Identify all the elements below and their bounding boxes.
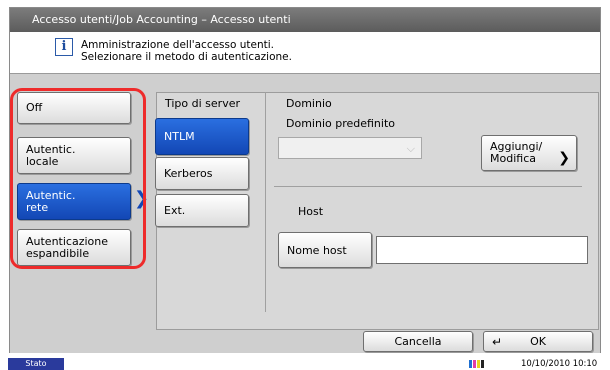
chevron-down-icon: ⌵: [406, 142, 415, 155]
server-ext-label: Ext.: [164, 204, 186, 217]
domain-label: Dominio: [286, 97, 332, 110]
info-message: Amministrazione dell'accesso utenti. Sel…: [81, 39, 292, 63]
server-ext-button[interactable]: Ext.: [155, 194, 249, 227]
toner-black: [481, 360, 484, 368]
host-name-field[interactable]: [376, 236, 588, 264]
highlight-outline: [10, 88, 146, 269]
toner-yellow: [477, 360, 480, 368]
server-kerberos-label: Kerberos: [164, 167, 213, 180]
cancel-button[interactable]: Cancella: [363, 331, 473, 352]
default-domain-dropdown[interactable]: ⌵: [278, 137, 422, 159]
info-line-1: Amministrazione dell'accesso utenti.: [81, 39, 275, 51]
cancel-label: Cancella: [394, 335, 442, 348]
window-title: Accesso utenti/Job Accounting – Accesso …: [10, 8, 600, 32]
host-label: Host: [298, 205, 324, 218]
info-line-2: Selezionare il metodo di autenticazione.: [81, 51, 292, 63]
server-type-label: Tipo di server: [165, 97, 241, 110]
host-name-button[interactable]: Nome host: [278, 232, 372, 268]
server-kerberos-button[interactable]: Kerberos: [155, 157, 249, 190]
enter-icon: ↵: [492, 335, 503, 349]
server-ntlm-label: NTLM: [164, 130, 195, 143]
toner-cyan: [469, 360, 472, 368]
panel-divider: [265, 92, 266, 312]
toner-indicator: [469, 360, 485, 368]
add-modify-label-2: Modifica: [490, 152, 536, 165]
ok-label: OK: [530, 335, 546, 348]
section-divider: [274, 186, 582, 187]
status-bar: [0, 358, 610, 370]
add-modify-button[interactable]: Aggiungi/ Modifica ❯: [481, 135, 577, 171]
datetime: 10/10/2010 10:10: [521, 359, 598, 369]
ok-button[interactable]: ↵ OK: [483, 331, 593, 352]
toner-magenta: [473, 360, 476, 368]
status-button[interactable]: Stato: [8, 358, 64, 370]
default-domain-label: Dominio predefinito: [286, 117, 396, 130]
info-icon: i: [55, 38, 73, 56]
info-bar: i Amministrazione dell'accesso utenti. S…: [10, 32, 600, 74]
server-ntlm-button[interactable]: NTLM: [155, 118, 249, 155]
host-name-label: Nome host: [287, 243, 347, 257]
chevron-right-icon: ❯: [558, 150, 570, 166]
